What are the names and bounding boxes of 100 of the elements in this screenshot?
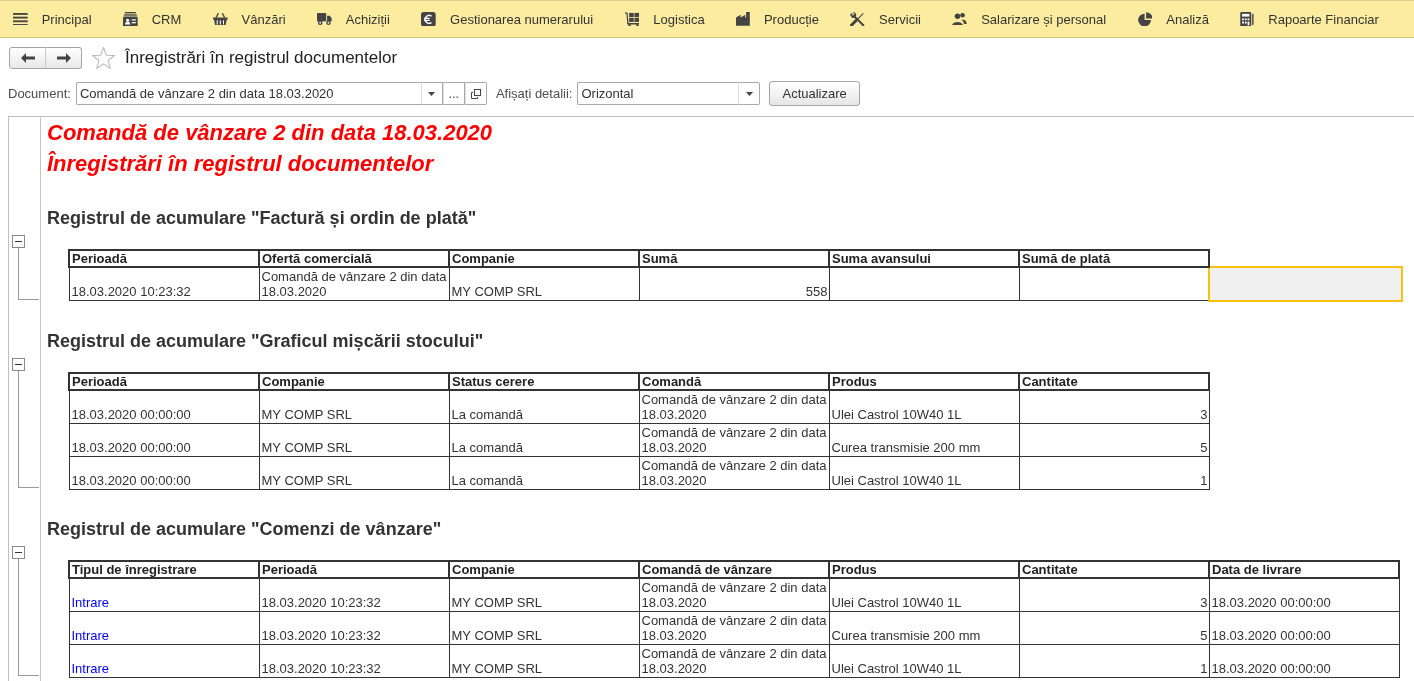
- open-button[interactable]: [464, 82, 487, 105]
- menu-item[interactable]: Gestionarea numerarului: [421, 11, 594, 27]
- menu-item[interactable]: Achiziții: [317, 11, 390, 27]
- open-window-icon: [470, 88, 481, 99]
- table-cell: MY COMP SRL: [449, 267, 639, 301]
- column-header: Cantitate: [1019, 560, 1209, 578]
- star-icon[interactable]: [92, 47, 115, 69]
- collapse-button[interactable]: [12, 545, 25, 559]
- menu-item[interactable]: CRM: [123, 11, 182, 27]
- column-header: Companie: [449, 560, 639, 578]
- menu-item[interactable]: Principal: [13, 11, 92, 27]
- field-label: Afișați detalii:: [495, 86, 573, 101]
- column-header: Sumă: [639, 250, 829, 267]
- selected-cell[interactable]: [1209, 267, 1402, 301]
- column-header: Ofertă comercială: [259, 250, 449, 267]
- table-cell: MY COMP SRL: [449, 577, 639, 611]
- table-link[interactable]: Intrare: [71, 660, 110, 676]
- collapse-button[interactable]: [12, 357, 25, 371]
- table-cell: La comandă: [449, 389, 639, 423]
- input-field[interactable]: Comandă de vânzare 2 din data 18.03.2020: [75, 82, 421, 105]
- minus-icon: [15, 551, 22, 553]
- tools-icon: [850, 11, 866, 27]
- menu-item[interactable]: Vânzări: [212, 11, 286, 27]
- euro-icon: [421, 11, 437, 27]
- caret-down-icon: [745, 91, 753, 96]
- factory-icon: [736, 12, 750, 26]
- menu-item[interactable]: Analiză: [1137, 11, 1209, 27]
- table-cell: MY COMP SRL: [259, 423, 449, 456]
- table-cell: 18.03.2020 10:23:32: [259, 644, 449, 677]
- table-cell: Comandă de vânzare 2 din data 18.03.2020: [639, 389, 829, 423]
- menu-item[interactable]: Logistica: [624, 11, 705, 27]
- section-heading: Registrul de acumulare "Graficul mișcării stocului": [47, 329, 485, 353]
- minus-icon: [15, 363, 22, 365]
- forward-button[interactable]: [45, 47, 82, 69]
- menu-icon: [13, 12, 28, 26]
- table-cell: La comandă: [449, 456, 639, 489]
- table-cell: 18.03.2020 10:23:32: [259, 577, 449, 611]
- table-cell: 1: [1019, 644, 1209, 677]
- table-cell: MY COMP SRL: [449, 611, 639, 644]
- menu-item[interactable]: Rapoarte Financiar: [1240, 11, 1379, 27]
- table-cell: Comandă de vânzare 2 din data 18.03.2020: [639, 423, 829, 456]
- column-header: Perioadă: [69, 372, 259, 390]
- basket-icon: [212, 12, 228, 26]
- column-header: Comandă: [639, 372, 829, 390]
- table-cell: 18.03.2020 00:00:00: [69, 389, 259, 423]
- column-header: Sumă de plată: [1019, 250, 1209, 267]
- people-icon: [952, 12, 968, 26]
- back-button[interactable]: [9, 47, 46, 69]
- report-title: Înregistrări în registrul documentelor: [47, 150, 436, 178]
- table-cell: Comandă de vânzare 2 din data 18.03.2020: [639, 644, 829, 677]
- menu-item[interactable]: Servicii: [850, 11, 921, 27]
- table-cell: Comandă de vânzare 2 din data 18.03.2020: [639, 611, 829, 644]
- dropdown-button[interactable]: [420, 82, 443, 105]
- table-cell: La comandă: [449, 423, 639, 456]
- table-cell: 3: [1019, 389, 1209, 423]
- dropdown-button[interactable]: [738, 82, 761, 105]
- table-cell: Comandă de vânzare 2 din data 18.03.2020: [639, 577, 829, 611]
- column-header: Status cerere: [449, 372, 639, 390]
- table-cell: 18.03.2020 00:00:00: [1209, 644, 1399, 677]
- truck-icon: [317, 13, 332, 25]
- section-heading: Registrul de acumulare "Comenzi de vânzare": [47, 517, 443, 541]
- field-label: Document:: [8, 86, 71, 101]
- table-cell: MY COMP SRL: [259, 456, 449, 489]
- minus-icon: [15, 241, 22, 242]
- calculator-icon: [1240, 11, 1255, 27]
- update-button[interactable]: Actualizare: [769, 81, 860, 106]
- collapse-button[interactable]: [12, 235, 25, 248]
- table-cell: Curea transmisie 200 mm: [829, 423, 1019, 456]
- select-field[interactable]: Orizontal: [577, 82, 739, 105]
- table-cell: 18.03.2020 10:23:32: [259, 611, 449, 644]
- column-header: Comandă de vânzare: [639, 560, 829, 578]
- cart-icon: [624, 11, 640, 27]
- column-header: Perioadă: [259, 560, 449, 578]
- table-cell: MY COMP SRL: [449, 644, 639, 677]
- page-title: Înregistrări în registrul documentelor: [125, 48, 398, 68]
- pie-chart-icon: [1137, 11, 1153, 27]
- column-header: Companie: [449, 250, 639, 267]
- table-cell: 18.03.2020 00:00:00: [1209, 577, 1399, 611]
- table-cell: 18.03.2020 10:23:32: [69, 267, 259, 301]
- table-cell: 3: [1019, 577, 1209, 611]
- table-link[interactable]: Intrare: [71, 594, 110, 610]
- report-title: Comandă de vânzare 2 din data 18.03.2020: [47, 119, 494, 147]
- choose-button[interactable]: ...: [442, 82, 465, 105]
- menu-item[interactable]: Salarizare și personal: [952, 11, 1107, 27]
- group-bracket: [18, 248, 39, 300]
- section-heading: Registrul de acumulare "Factură și ordin de plată": [47, 207, 478, 230]
- table-cell: Comandă de vânzare 2 din data 18.03.2020: [639, 456, 829, 489]
- column-header: Produs: [829, 372, 1019, 390]
- table-cell: 1: [1019, 456, 1209, 489]
- contact-card-icon: [123, 11, 138, 27]
- menu-item[interactable]: Producție: [736, 11, 819, 27]
- table-cell: 5: [1019, 423, 1209, 456]
- table-cell: Curea transmisie 200 mm: [829, 611, 1019, 644]
- column-header: Cantitate: [1019, 372, 1209, 390]
- column-header: Companie: [259, 372, 449, 390]
- table-cell: MY COMP SRL: [259, 389, 449, 423]
- column-header: Produs: [829, 560, 1019, 578]
- table-link[interactable]: Intrare: [71, 627, 110, 643]
- table-cell: 18.03.2020 00:00:00: [69, 423, 259, 456]
- table-cell: 18.03.2020 00:00:00: [1209, 611, 1399, 644]
